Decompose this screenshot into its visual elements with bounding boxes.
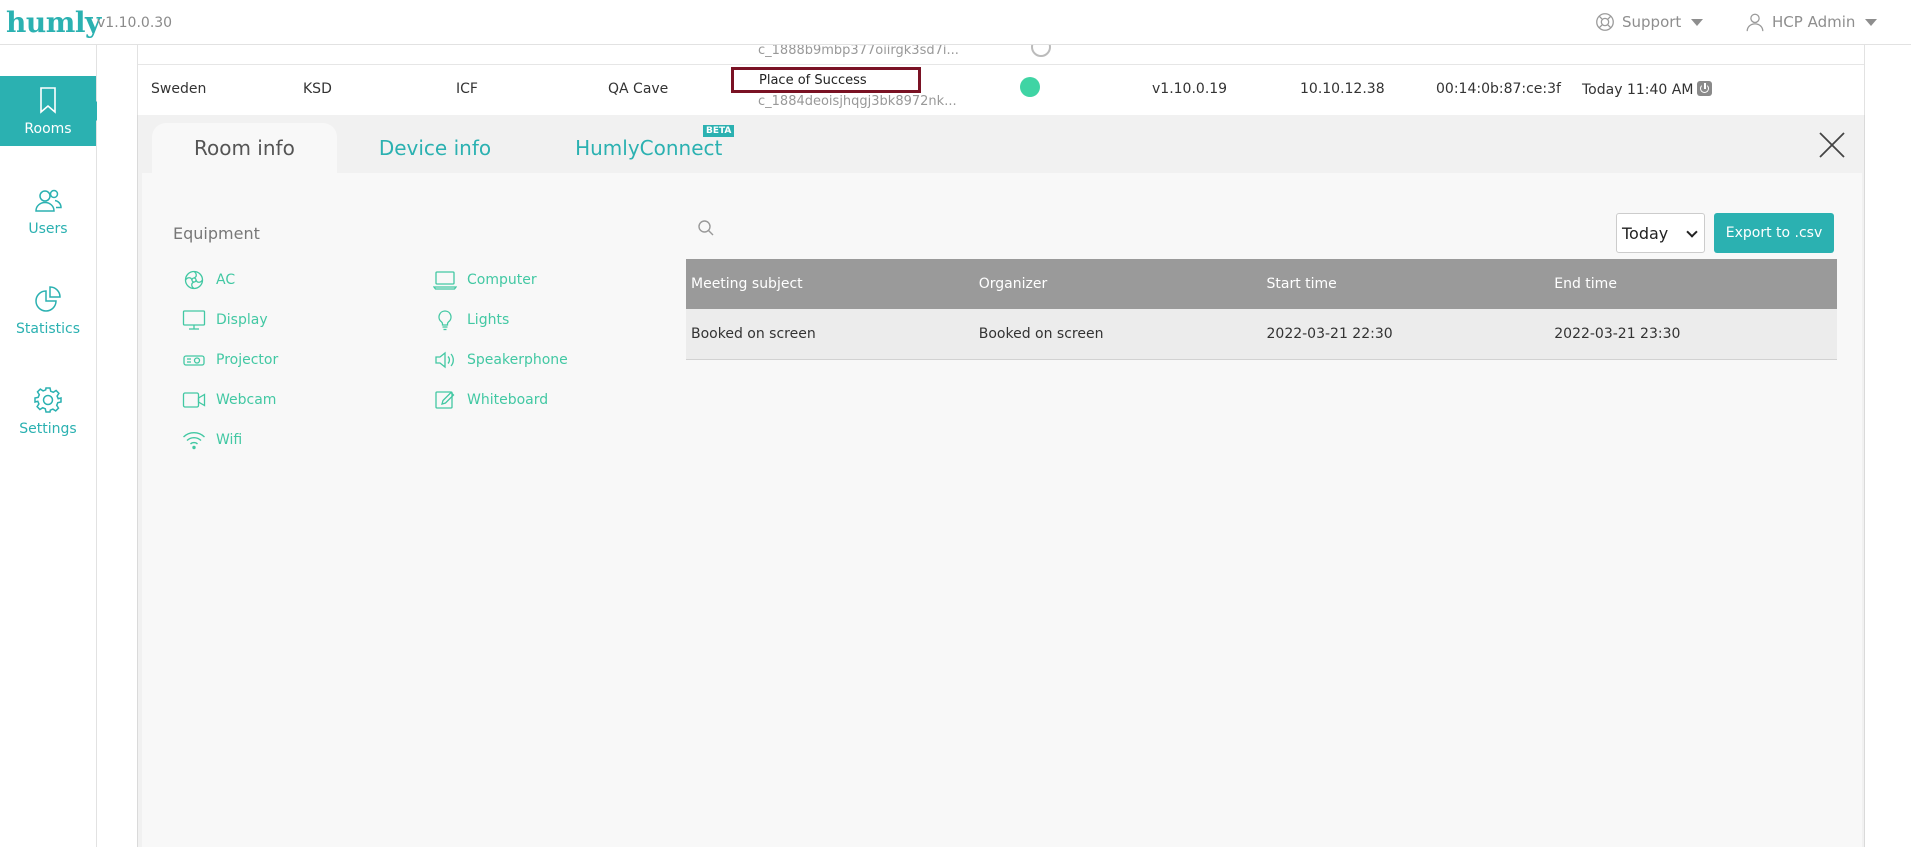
sidebar-item-label: Users — [28, 221, 68, 237]
equipment-item-speakerphone: Speakerphone — [433, 349, 568, 371]
chevron-down-icon — [1686, 226, 1698, 238]
equipment-label: Projector — [216, 352, 279, 368]
room-name-highlight[interactable]: Place of Success — [731, 67, 921, 93]
building-cell: ICF — [456, 81, 478, 97]
gear-icon — [34, 387, 62, 413]
version-cell: v1.10.0.19 — [1152, 81, 1228, 97]
date-filter-select[interactable]: Today — [1616, 213, 1705, 253]
projector-icon — [183, 355, 205, 366]
table-row[interactable]: Booked on screen Booked on screen 2022-0… — [686, 309, 1837, 360]
webcam-icon — [182, 392, 206, 408]
power-icon[interactable] — [1697, 81, 1713, 96]
room-name: Place of Success — [759, 73, 867, 88]
equipment-item-display: Display — [182, 309, 268, 331]
bookmark-icon — [40, 87, 56, 114]
chevron-down-icon — [1865, 18, 1878, 26]
equipment-item-projector: Projector — [182, 349, 278, 371]
speakerphone-icon — [435, 351, 454, 369]
device-table: c_1888b9mbp377oiirgk3sd7i... Sweden KSD … — [137, 37, 1865, 115]
equipment-title: Equipment — [173, 224, 260, 243]
selected-value: Today — [1622, 223, 1669, 243]
column-header[interactable]: Organizer — [974, 259, 1262, 309]
equipment-item-whiteboard: Whiteboard — [433, 389, 548, 411]
organizer-cell: Booked on screen — [978, 326, 1104, 342]
room-id: c_1884deoisjhqgj3bk8972nk... — [758, 94, 957, 109]
sidebar-item-statistics[interactable]: Statistics — [0, 276, 96, 346]
equipment-label: AC — [216, 272, 236, 288]
search-icon[interactable] — [697, 219, 715, 237]
sidebar-item-label: Settings — [19, 421, 77, 437]
computer-icon — [433, 271, 457, 290]
humly-logo[interactable]: humly — [6, 6, 101, 39]
top-bar: humly v1.10.0.30 Support HCP Admin — [0, 0, 1911, 45]
beta-badge: BETA — [702, 125, 735, 137]
column-header[interactable]: End time — [1549, 259, 1837, 309]
tab-label: HumlyConnect — [575, 136, 723, 160]
user-label: HCP Admin — [1772, 13, 1856, 31]
floor-cell: QA Cave — [608, 81, 669, 97]
tab-device-info[interactable]: Device info — [337, 123, 533, 173]
user-icon — [1746, 13, 1764, 32]
search-input[interactable] — [722, 213, 1022, 243]
sidebar: Rooms Users Statistics Settings — [0, 45, 106, 847]
equipment-label: Computer — [467, 272, 537, 288]
city-cell: KSD — [303, 81, 332, 97]
tab-label: Device info — [378, 136, 492, 160]
display-icon — [182, 310, 206, 330]
main-content: c_1888b9mbp377oiirgk3sd7i... Sweden KSD … — [97, 37, 1911, 847]
room-id: c_1888b9mbp377oiirgk3sd7i... — [758, 43, 959, 58]
equipment-item-ac: AC — [182, 269, 235, 291]
start-time-cell: 2022-03-21 22:30 — [1266, 326, 1393, 342]
room-detail-panel: Room info Device info HumlyConnect BETA … — [137, 115, 1865, 847]
whiteboard-icon — [435, 391, 455, 409]
user-menu[interactable]: HCP Admin — [1744, 11, 1878, 33]
equipment-label: Whiteboard — [467, 392, 549, 408]
app-version: v1.10.0.30 — [97, 15, 173, 31]
ac-icon — [184, 270, 204, 290]
sidebar-item-users[interactable]: Users — [0, 176, 96, 246]
equipment-label: Webcam — [216, 392, 277, 408]
mac-cell: 00:14:0b:87:ce:3f — [1436, 81, 1561, 97]
last-seen-cell: Today 11:40 AM — [1582, 81, 1713, 98]
export-csv-button[interactable]: Export to .csv — [1714, 213, 1834, 253]
support-label: Support — [1622, 13, 1682, 31]
sidebar-item-label: Rooms — [24, 121, 72, 137]
column-header[interactable]: Start time — [1262, 259, 1550, 309]
lightbulb-icon — [438, 310, 452, 331]
status-online-indicator — [1020, 77, 1040, 97]
meetings-table: Meeting subject Organizer Start time End… — [686, 259, 1837, 360]
column-header[interactable]: Meeting subject — [686, 259, 974, 309]
close-icon[interactable] — [1816, 129, 1848, 161]
equipment-label: Wifi — [216, 432, 243, 448]
sidebar-item-label: Statistics — [16, 321, 80, 337]
table-header: Meeting subject Organizer Start time End… — [686, 259, 1837, 309]
equipment-label: Lights — [467, 312, 510, 328]
equipment-item-webcam: Webcam — [182, 389, 276, 411]
ip-cell: 10.10.12.38 — [1300, 81, 1385, 97]
equipment-label: Speakerphone — [467, 352, 568, 368]
room-info-content: Equipment AC Display Projector Webcam Wi… — [142, 173, 1862, 847]
lifebuoy-icon — [1596, 13, 1614, 31]
country-cell: Sweden — [151, 81, 207, 97]
equipment-item-lights: Lights — [433, 309, 509, 331]
equipment-label: Display — [216, 312, 268, 328]
table-row[interactable]: Sweden KSD ICF QA Cave Place of Success … — [138, 65, 1864, 115]
pie-chart-icon — [35, 286, 61, 312]
last-seen-text: Today 11:40 AM — [1582, 82, 1694, 98]
sidebar-item-settings[interactable]: Settings — [0, 376, 96, 446]
equipment-item-computer: Computer — [433, 269, 537, 291]
tab-humlyconnect[interactable]: HumlyConnect BETA — [533, 123, 764, 173]
wifi-icon — [183, 432, 205, 450]
chevron-down-icon — [1691, 18, 1704, 26]
sidebar-item-rooms[interactable]: Rooms — [0, 76, 106, 146]
users-icon — [35, 189, 62, 212]
meeting-subject-cell: Booked on screen — [691, 326, 816, 342]
equipment-item-wifi: Wifi — [182, 429, 242, 451]
table-row[interactable]: c_1888b9mbp377oiirgk3sd7i... — [138, 37, 1864, 65]
support-menu[interactable]: Support — [1594, 11, 1704, 33]
tab-room-info[interactable]: Room info — [152, 123, 337, 173]
end-time-cell: 2022-03-21 23:30 — [1554, 326, 1681, 342]
tab-label: Room info — [194, 136, 295, 160]
detail-tabs: Room info Device info HumlyConnect BETA — [152, 123, 764, 173]
